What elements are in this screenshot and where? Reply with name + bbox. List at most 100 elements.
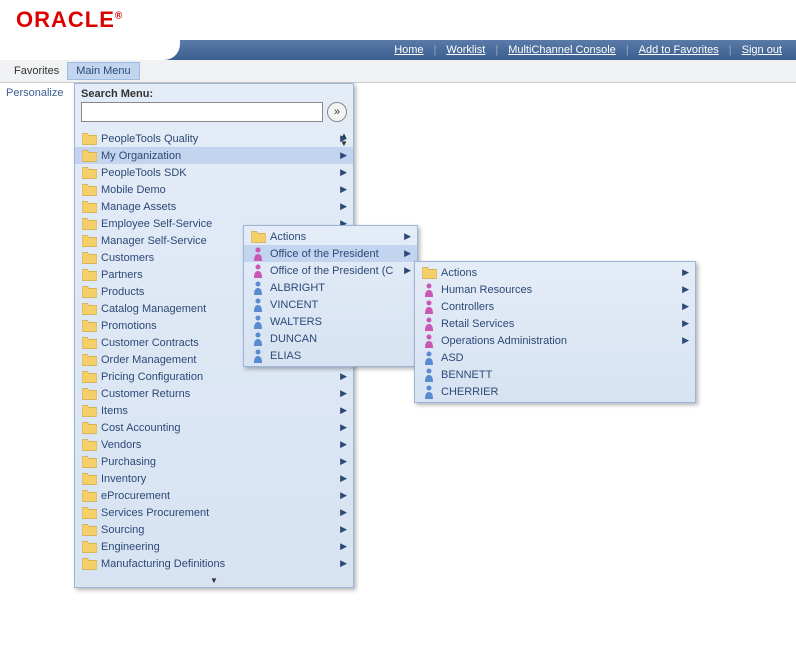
submenu-arrow-icon: ▶ <box>340 422 347 433</box>
menu-item[interactable]: Office of the President ▶ <box>244 245 417 262</box>
submenu-arrow-icon: ▶ <box>340 184 347 195</box>
submenu-arrow-icon: ▶ <box>340 558 347 569</box>
submenu-arrow-icon: ▶ <box>340 541 347 552</box>
menu-item[interactable]: DUNCAN <box>244 330 417 347</box>
nav-home[interactable]: Home <box>394 44 423 56</box>
menu-item[interactable]: CHERRIER <box>415 383 695 400</box>
person-icon <box>250 264 266 278</box>
folder-icon <box>81 268 97 282</box>
nav-worklist[interactable]: Worklist <box>446 44 485 56</box>
menu-item-label: Pricing Configuration <box>101 371 336 383</box>
menu-item[interactable]: PeopleTools Quality▶ <box>75 130 353 147</box>
person-icon <box>421 334 437 348</box>
menu-item[interactable]: Human Resources ▶ <box>415 281 695 298</box>
menu-item-label: VINCENT <box>270 299 411 311</box>
menu-item-label: Actions <box>270 231 400 243</box>
menu-item[interactable]: Services Procurement ▶ <box>75 504 353 521</box>
menubar-main-menu[interactable]: Main Menu <box>67 62 139 80</box>
menu-item[interactable]: Mobile Demo▶ <box>75 181 353 198</box>
menu-item-label: Controllers <box>441 301 678 313</box>
menu-item[interactable]: ASD <box>415 349 695 366</box>
folder-icon <box>81 489 97 503</box>
menu-item[interactable]: BENNETT <box>415 366 695 383</box>
menu-item[interactable]: ALBRIGHT <box>244 279 417 296</box>
menu-item[interactable]: Sourcing▶ <box>75 521 353 538</box>
menu-item[interactable]: Controllers▶ <box>415 298 695 315</box>
person-icon <box>250 247 266 261</box>
menu-item-label: Inventory <box>101 473 336 485</box>
submenu-arrow-icon: ▶ <box>340 167 347 178</box>
folder-icon <box>81 319 97 333</box>
nav-multichannel[interactable]: MultiChannel Console <box>508 44 616 56</box>
menu-item[interactable]: Inventory ▶ <box>75 470 353 487</box>
menu-item[interactable]: eProcurement▶ <box>75 487 353 504</box>
menu-item-label: Office of the President <box>270 248 400 260</box>
top-navbar: Home | Worklist | MultiChannel Console |… <box>0 40 796 60</box>
person-icon <box>250 298 266 312</box>
search-input[interactable] <box>81 102 323 122</box>
menu-item[interactable]: Cost Accounting ▶ <box>75 419 353 436</box>
menu-item[interactable]: Manage Assets▶ <box>75 198 353 215</box>
menubar-favorites[interactable]: Favorites <box>6 63 67 79</box>
menu-item[interactable]: Engineering▶ <box>75 538 353 555</box>
menu-item[interactable]: VINCENT <box>244 296 417 313</box>
folder-icon <box>81 234 97 248</box>
content-area: Personalize Search Menu: » ▲▼ PeopleTool… <box>0 83 796 103</box>
menu-item-label: DUNCAN <box>270 333 411 345</box>
nav-signout[interactable]: Sign out <box>742 44 782 56</box>
nav-separator: | <box>434 44 437 56</box>
menu-item[interactable]: WALTERS <box>244 313 417 330</box>
person-icon <box>421 351 437 365</box>
search-row: » <box>75 102 353 128</box>
menu-item[interactable]: Actions▶ <box>415 264 695 281</box>
submenu-arrow-icon: ▶ <box>682 284 689 295</box>
menu-item-label: Manage Assets <box>101 201 336 213</box>
menu-item-label: Actions <box>441 267 678 279</box>
folder-icon <box>81 387 97 401</box>
menu-item-label: Services Procurement <box>101 507 336 519</box>
menu-item[interactable]: Pricing Configuration▶ <box>75 368 353 385</box>
scroll-down-icon[interactable]: ▼ <box>75 574 353 587</box>
folder-icon <box>81 438 97 452</box>
person-icon <box>421 368 437 382</box>
menu-item-label: Purchasing <box>101 456 336 468</box>
submenu-arrow-icon: ▶ <box>404 248 411 259</box>
menu-item[interactable]: Customer Returns▶ <box>75 385 353 402</box>
folder-icon <box>81 302 97 316</box>
submenu-arrow-icon: ▶ <box>340 524 347 535</box>
submenu-arrow-icon: ▶ <box>340 507 347 518</box>
folder-icon <box>81 370 97 384</box>
submenu-arrow-icon: ▶ <box>340 473 347 484</box>
menu-item-label: Manufacturing Definitions <box>101 558 336 570</box>
menu-item[interactable]: ELIAS <box>244 347 417 364</box>
folder-icon <box>81 285 97 299</box>
nav-favorites[interactable]: Add to Favorites <box>639 44 719 56</box>
search-label: Search Menu: <box>75 84 353 102</box>
menu-item[interactable]: PeopleTools SDK▶ <box>75 164 353 181</box>
search-go-button[interactable]: » <box>327 102 347 122</box>
folder-icon <box>81 540 97 554</box>
nav-separator: | <box>495 44 498 56</box>
menu-item[interactable]: Retail Services▶ <box>415 315 695 332</box>
menu-item-label: Retail Services <box>441 318 678 330</box>
menu-item[interactable]: Office of the President (C▶ <box>244 262 417 279</box>
menu-item-label: Human Resources <box>441 284 678 296</box>
menu-item[interactable]: Actions▶ <box>244 228 417 245</box>
header: ORACLE® <box>0 0 796 40</box>
menu-item-label: eProcurement <box>101 490 336 502</box>
submenu-arrow-icon: ▶ <box>340 150 347 161</box>
menu-item[interactable]: Items▶ <box>75 402 353 419</box>
menu-item[interactable]: Operations Administration▶ <box>415 332 695 349</box>
submenu2-list: Actions▶Human Resources▶Controllers▶Reta… <box>415 262 695 402</box>
folder-icon <box>81 217 97 231</box>
menu-item-label: Cost Accounting <box>101 422 336 434</box>
menu-item-label: Vendors <box>101 439 336 451</box>
person-icon <box>250 349 266 363</box>
menu-item[interactable]: Purchasing▶ <box>75 453 353 470</box>
menu-item[interactable]: My Organization▶ <box>75 147 353 164</box>
menu-item[interactable]: Manufacturing Definitions ▶ <box>75 555 353 572</box>
folder-icon <box>421 266 437 280</box>
menu-item[interactable]: Vendors▶ <box>75 436 353 453</box>
folder-icon <box>81 200 97 214</box>
folder-icon <box>81 404 97 418</box>
